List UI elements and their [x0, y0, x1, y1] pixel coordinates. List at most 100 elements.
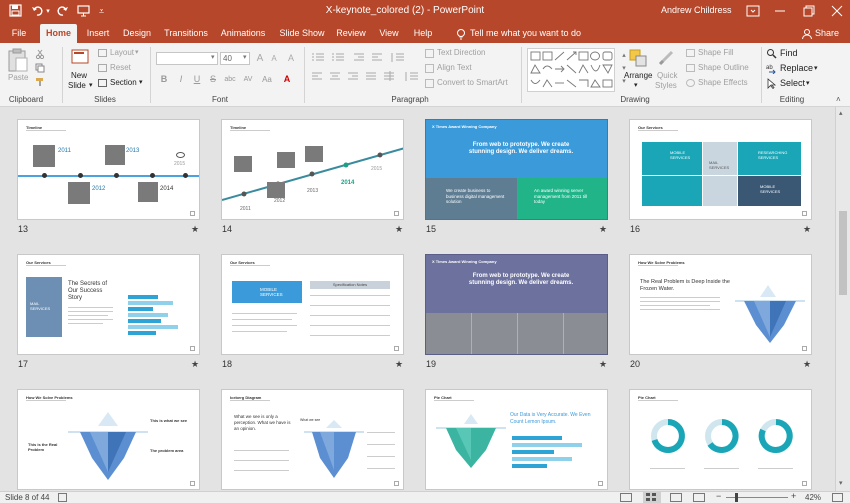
- restore-icon[interactable]: [802, 4, 816, 18]
- align-text-button[interactable]: Align Text: [437, 63, 472, 72]
- convert-to-smartart-button[interactable]: Convert to SmartArt: [437, 78, 508, 87]
- underline-button[interactable]: U: [190, 73, 204, 86]
- tab-animations[interactable]: Animations: [218, 24, 268, 43]
- select-dropdown-icon[interactable]: ▾: [806, 79, 810, 87]
- present-from-start-icon[interactable]: [76, 4, 91, 19]
- slide-thumbnail-17[interactable]: Our Services MAIL SERVICES The Secrets o…: [17, 254, 200, 355]
- zoom-in-icon[interactable]: +: [791, 491, 796, 501]
- replace-button[interactable]: Replace: [780, 63, 813, 73]
- close-icon[interactable]: [830, 4, 844, 18]
- align-text-icon[interactable]: [425, 64, 434, 73]
- transition-star-icon[interactable]: ★: [803, 359, 811, 370]
- ribbon-display-options-icon[interactable]: [746, 4, 760, 18]
- shape-fill-button[interactable]: Shape Fill: [698, 48, 734, 57]
- format-painter-icon[interactable]: [35, 77, 45, 87]
- normal-view-icon[interactable]: [620, 493, 632, 502]
- tell-me-search[interactable]: Tell me what you want to do: [470, 28, 581, 38]
- shape-outline-icon[interactable]: [686, 64, 695, 72]
- tab-slide-show[interactable]: Slide Show: [278, 24, 326, 43]
- slide-sorter-view-icon[interactable]: [643, 492, 661, 503]
- slide-thumbnail-16[interactable]: Our Services MOBILE SERVICES MAIL SERVIC…: [629, 119, 812, 220]
- layout-icon[interactable]: [98, 49, 107, 57]
- font-name-dropdown-icon[interactable]: ▾: [211, 53, 215, 61]
- transition-star-icon[interactable]: ★: [191, 359, 199, 370]
- new-slide-icon[interactable]: [70, 47, 90, 69]
- slide-thumbnail-21[interactable]: How We Solve Problems This is what we se…: [17, 389, 200, 490]
- find-icon[interactable]: [766, 48, 777, 59]
- redo-icon[interactable]: [55, 4, 70, 19]
- find-button[interactable]: Find: [780, 48, 798, 58]
- arrange-icon[interactable]: [628, 48, 648, 68]
- shape-outline-button[interactable]: Shape Outline: [698, 63, 749, 72]
- tab-design[interactable]: Design: [120, 24, 154, 43]
- layout-dropdown-icon[interactable]: ▾: [135, 48, 139, 56]
- customize-qat-icon[interactable]: ⩡: [94, 4, 109, 19]
- paste-icon[interactable]: [7, 47, 29, 73]
- tab-help[interactable]: Help: [410, 24, 436, 43]
- tab-review[interactable]: Review: [334, 24, 368, 43]
- scroll-down-icon[interactable]: ▾: [839, 479, 843, 487]
- fit-to-window-icon[interactable]: [832, 493, 843, 502]
- select-button[interactable]: Select: [780, 78, 805, 88]
- new-slide-label-2[interactable]: Slide: [68, 81, 86, 90]
- zoom-level[interactable]: 42%: [805, 493, 821, 502]
- strikethrough-button[interactable]: S: [206, 73, 220, 86]
- italic-button[interactable]: I: [174, 73, 188, 86]
- section-dropdown-icon[interactable]: ▾: [139, 78, 143, 86]
- arrange-button[interactable]: Arrange: [624, 71, 652, 80]
- scroll-up-icon[interactable]: ▴: [839, 109, 843, 117]
- shape-fill-icon[interactable]: [686, 49, 695, 57]
- slide-thumbnail-19[interactable]: X Times Award Winning Company From web t…: [425, 254, 608, 355]
- transition-star-icon[interactable]: ★: [803, 224, 811, 235]
- transition-star-icon[interactable]: ★: [395, 359, 403, 370]
- slide-thumbnail-20[interactable]: How We Solve Problems The Real Problem i…: [629, 254, 812, 355]
- tab-insert[interactable]: Insert: [82, 24, 114, 43]
- transition-star-icon[interactable]: ★: [599, 359, 607, 370]
- cut-icon[interactable]: [35, 49, 45, 60]
- copy-icon[interactable]: [35, 63, 45, 73]
- new-slide-label-1[interactable]: New: [71, 71, 87, 80]
- tab-file[interactable]: File: [6, 24, 32, 43]
- layout-button[interactable]: Layout: [110, 48, 134, 57]
- slide-thumbnail-13[interactable]: Timeline 2011 2013 2012 2014 2015: [17, 119, 200, 220]
- scroll-thumb[interactable]: [839, 211, 847, 295]
- zoom-slider-thumb[interactable]: [735, 493, 738, 502]
- bold-button[interactable]: B: [157, 73, 171, 86]
- reset-button[interactable]: Reset: [110, 63, 131, 72]
- select-icon[interactable]: [766, 78, 777, 90]
- font-name-combo[interactable]: [156, 52, 218, 65]
- change-case-button[interactable]: Aa: [260, 73, 274, 86]
- reset-icon[interactable]: [98, 64, 107, 72]
- section-button[interactable]: Section: [110, 78, 137, 87]
- decrease-font-size-icon[interactable]: A: [267, 52, 281, 65]
- share-button[interactable]: Share: [815, 28, 839, 38]
- user-name[interactable]: Andrew Childress: [661, 5, 732, 15]
- replace-dropdown-icon[interactable]: ▾: [814, 64, 818, 72]
- spellcheck-icon[interactable]: [58, 493, 67, 502]
- share-icon[interactable]: [801, 28, 813, 40]
- quick-styles-label-1[interactable]: Quick: [657, 71, 677, 80]
- transition-star-icon[interactable]: ★: [395, 224, 403, 235]
- save-icon[interactable]: [8, 4, 23, 19]
- replace-icon[interactable]: ab: [766, 63, 777, 75]
- collapse-ribbon-icon[interactable]: ˄: [836, 95, 841, 104]
- arrange-dropdown-icon[interactable]: ▾: [634, 81, 638, 89]
- slide-thumbnail-14[interactable]: Timeline 2011 2012 2013 2014 2015: [221, 119, 404, 220]
- transition-star-icon[interactable]: ★: [191, 224, 199, 235]
- clear-formatting-icon[interactable]: A: [284, 52, 298, 65]
- slideshow-view-icon[interactable]: [693, 493, 705, 502]
- quick-styles-icon[interactable]: [658, 48, 676, 66]
- transition-star-icon[interactable]: ★: [599, 224, 607, 235]
- slide-thumbnail-22[interactable]: Iceberg Diagram What we see is only a pe…: [221, 389, 404, 490]
- tab-transitions[interactable]: Transitions: [162, 24, 210, 43]
- shape-effects-button[interactable]: Shape Effects: [698, 78, 748, 87]
- text-shadow-button[interactable]: abc: [222, 73, 238, 86]
- slide-thumbnail-15[interactable]: X Times Award Winning Company From web t…: [425, 119, 608, 220]
- undo-icon[interactable]: [30, 4, 45, 19]
- undo-dropdown-icon[interactable]: ▾: [44, 4, 52, 19]
- paste-button[interactable]: Paste: [8, 73, 28, 82]
- minimize-icon[interactable]: [773, 4, 787, 18]
- shape-effects-icon[interactable]: [686, 79, 695, 87]
- shapes-gallery[interactable]: [527, 48, 615, 92]
- quick-styles-label-2[interactable]: Styles: [655, 81, 677, 90]
